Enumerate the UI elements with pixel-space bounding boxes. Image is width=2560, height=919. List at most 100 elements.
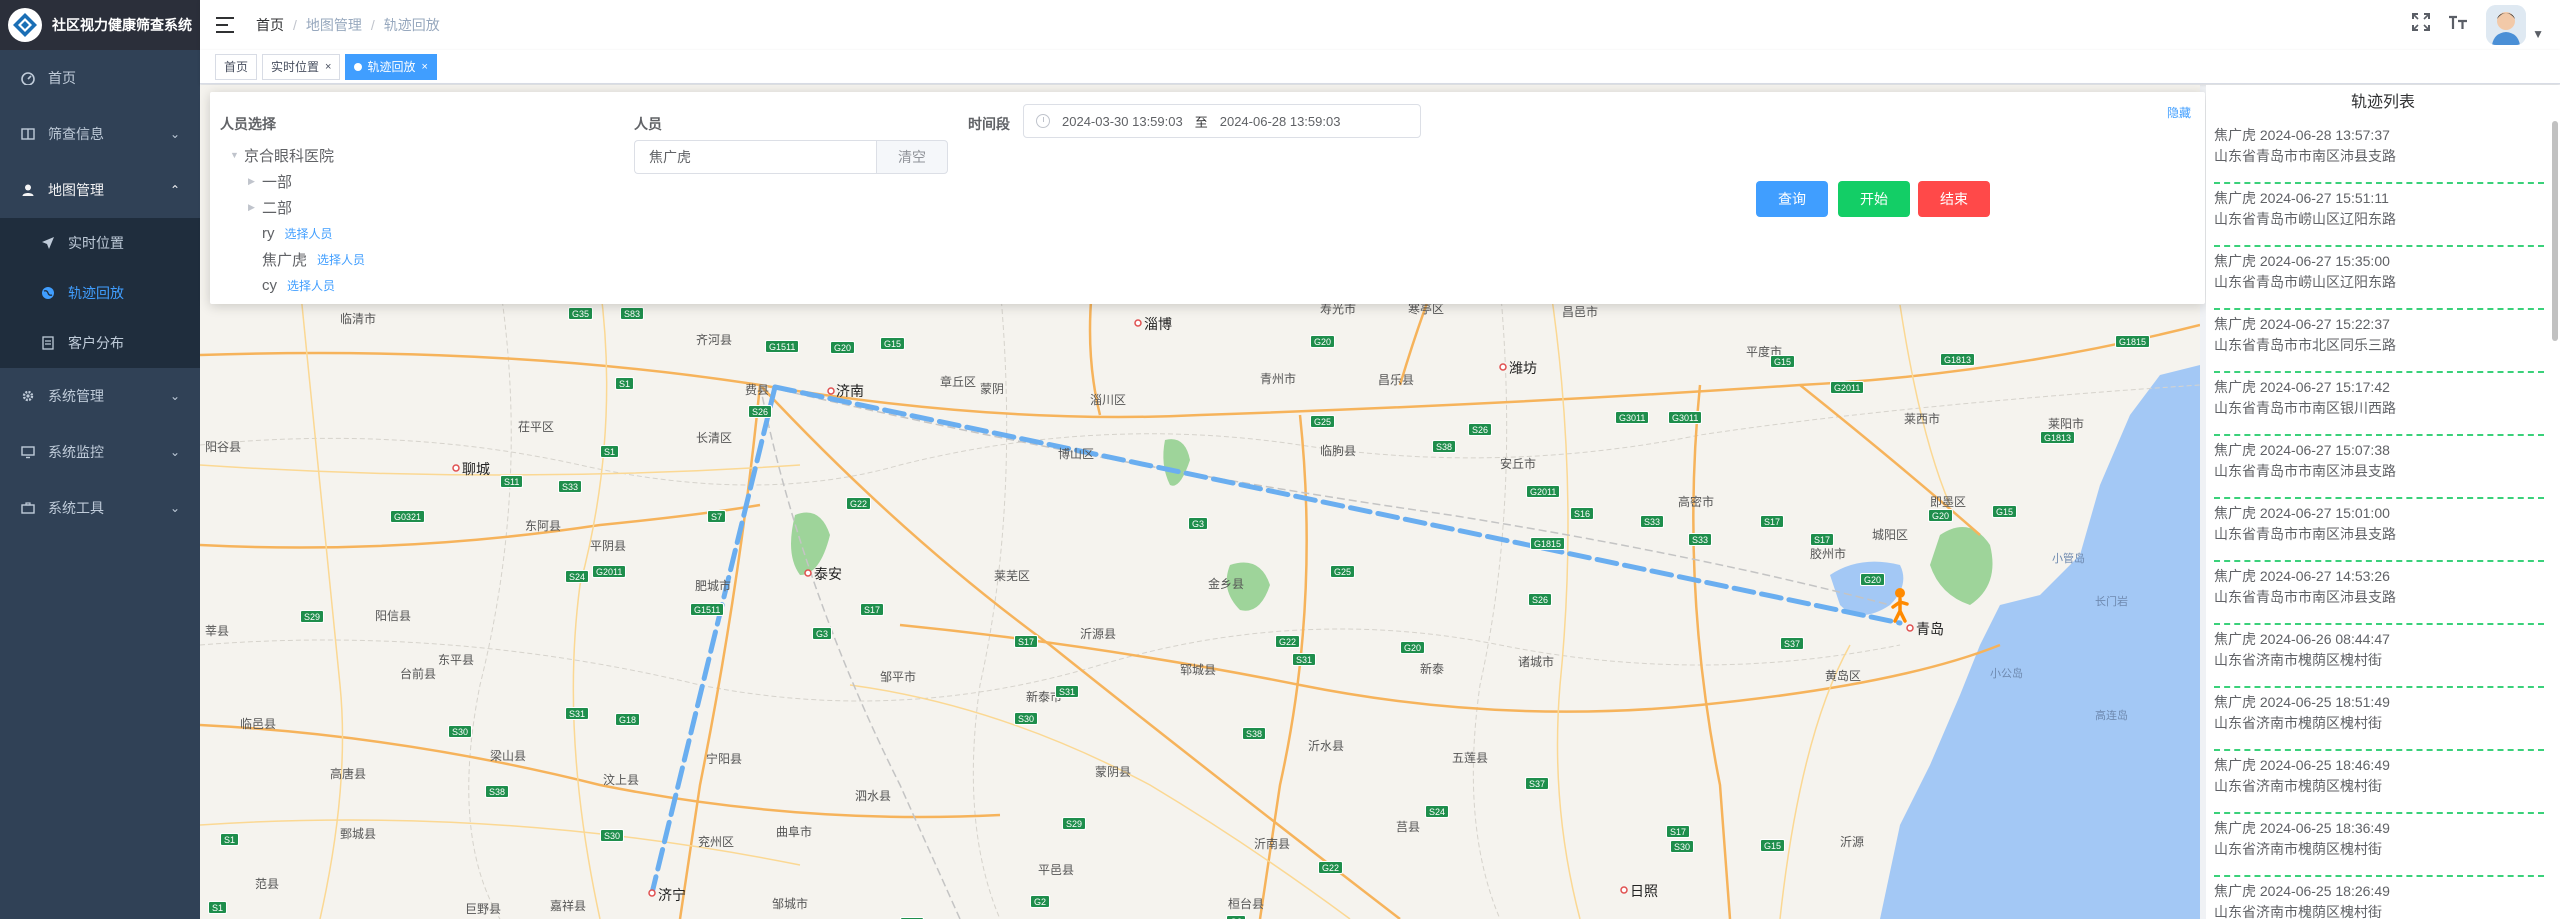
tag-track-playback[interactable]: 轨迹回放 × <box>345 53 437 80</box>
tree-node-label: cy <box>262 276 277 294</box>
breadcrumb-home[interactable]: 首页 <box>256 15 284 35</box>
track-list-item[interactable]: 焦广虎 2024-06-27 15:51:11 山东省青岛市崂山区辽阳东路 <box>2214 184 2544 247</box>
track-item-head: 焦广虎 2024-06-27 15:51:11 <box>2214 190 2389 206</box>
map-place-label: 胶州市 <box>1810 547 1847 561</box>
avatar[interactable] <box>2486 5 2527 45</box>
road-shield: S38 <box>485 785 510 798</box>
caret-down-icon[interactable]: ▼ <box>230 150 244 160</box>
chevron-down-icon: ⌄ <box>169 501 180 515</box>
map-place-label: 曲阜市 <box>776 825 813 839</box>
close-icon[interactable]: × <box>421 55 427 79</box>
person-input[interactable]: 焦广虎 <box>634 140 876 174</box>
sidebar-item-map-management[interactable]: 地图管理 ⌃ <box>0 162 200 218</box>
tree-node-person[interactable]: 焦广虎 选择人员 <box>230 246 365 272</box>
road-shield: G15 <box>1992 505 2018 518</box>
caret-right-icon[interactable]: ▶ <box>248 202 262 213</box>
track-list-item[interactable]: 焦广虎 2024-06-27 14:53:26 山东省青岛市市南区沛县支路 <box>2214 562 2544 625</box>
map-place-label: 临朐县 <box>1320 444 1357 458</box>
track-list-item[interactable]: 焦广虎 2024-06-26 08:44:47 山东省济南市槐荫区槐村街 <box>2214 625 2544 688</box>
road-shield: G1815 <box>1530 537 1566 550</box>
fullscreen-icon[interactable] <box>2412 13 2431 37</box>
road-shield: S31 <box>565 707 590 720</box>
map-place-label: 青州市 <box>1260 372 1297 386</box>
sidebar-item-system-tools[interactable]: 系统工具 ⌄ <box>0 480 200 536</box>
hide-panel-link[interactable]: 隐藏 <box>2167 104 2191 121</box>
road-shield: G2011 <box>1526 485 1561 498</box>
map-place-label: 莘县 <box>205 624 230 638</box>
caret-right-icon[interactable]: ▶ <box>248 176 262 187</box>
road-shield: G1813 <box>2040 431 2076 444</box>
map-city-label: 日照 <box>1630 883 1658 899</box>
track-list-item[interactable]: 焦广虎 2024-06-27 15:17:42 山东省青岛市市南区银川西路 <box>2214 373 2544 436</box>
road-shield: S17 <box>1760 515 1785 528</box>
date-end[interactable]: 2024-06-28 13:59:03 <box>1220 114 1341 129</box>
tree-node-person[interactable]: cy 选择人员 <box>230 272 365 298</box>
sidebar-item-system-monitor[interactable]: 系统监控 ⌄ <box>0 424 200 480</box>
date-range-picker[interactable]: 2024-03-30 13:59:03 至 2024-06-28 13:59:0… <box>1023 104 1421 138</box>
track-list-item[interactable]: 焦广虎 2024-06-27 15:22:37 山东省青岛市市北区同乐三路 <box>2214 310 2544 373</box>
tree-node-label: 二部 <box>262 199 293 217</box>
road-shield: G3011 <box>1668 411 1703 424</box>
start-button[interactable]: 开始 <box>1838 181 1910 217</box>
monitor-icon <box>20 444 36 460</box>
tag-home[interactable]: 首页 <box>215 53 258 80</box>
tree-node-group[interactable]: ▶ 二部 <box>230 194 365 220</box>
breadcrumb-separator: / <box>370 17 375 33</box>
font-size-icon[interactable] <box>2448 13 2468 37</box>
date-start[interactable]: 2024-03-30 13:59:03 <box>1062 114 1183 129</box>
track-item-address: 山东省青岛市市南区沛县支路 <box>2214 148 2396 164</box>
map-place-label: 安丘市 <box>1500 457 1537 471</box>
map-place-label: 临清市 <box>340 312 377 326</box>
query-button[interactable]: 查询 <box>1756 181 1828 217</box>
road-shield: G18 <box>615 713 641 726</box>
sidebar-item-customer-distribution[interactable]: 客户分布 <box>0 318 200 368</box>
breadcrumb-map-management: 地图管理 <box>305 17 362 33</box>
road-shield: S30 <box>1014 712 1039 725</box>
logo-area[interactable]: 社区视力健康筛查系统 <box>0 0 200 50</box>
dashboard-icon <box>20 70 36 86</box>
tag-realtime-location[interactable]: 实时位置 × <box>262 53 341 80</box>
track-item-address: 山东省济南市槐荫区槐村街 <box>2214 841 2382 857</box>
select-person-link[interactable]: 选择人员 <box>285 225 333 242</box>
clear-button[interactable]: 清空 <box>876 140 948 174</box>
map-place-label: 巨野县 <box>465 902 502 916</box>
caret-down-icon[interactable]: ▼ <box>2532 27 2544 41</box>
tree-node-group[interactable]: ▶ 一部 <box>230 168 365 194</box>
track-list-item[interactable]: 焦广虎 2024-06-28 13:57:37 山东省青岛市市南区沛县支路 <box>2214 121 2544 184</box>
map-place-label: 肥城市 <box>695 579 732 593</box>
select-person-link[interactable]: 选择人员 <box>317 251 365 268</box>
sidebar-item-realtime-location[interactable]: 实时位置 <box>0 218 200 268</box>
track-list-item[interactable]: 焦广虎 2024-06-27 15:35:00 山东省青岛市崂山区辽阳东路 <box>2214 247 2544 310</box>
sidebar-item-track-playback[interactable]: 轨迹回放 <box>0 268 200 318</box>
track-list-item[interactable]: 焦广虎 2024-06-27 15:01:00 山东省青岛市市南区沛县支路 <box>2214 499 2544 562</box>
sidebar-item-screening[interactable]: 筛查信息 ⌄ <box>0 106 200 162</box>
track-list-item[interactable]: 焦广虎 2024-06-25 18:26:49 山东省济南市槐荫区槐村街 <box>2214 877 2544 919</box>
track-list-item[interactable]: 焦广虎 2024-06-27 15:07:38 山东省青岛市市南区沛县支路 <box>2214 436 2544 499</box>
track-list-panel: 轨迹列表 焦广虎 2024-06-28 13:57:37 山东省青岛市市南区沛县支… <box>2206 85 2560 919</box>
map-place-label: 兖州区 <box>698 835 735 849</box>
tree-node-root[interactable]: ▼ 京合眼科医院 <box>230 142 365 168</box>
road-shield: G2 <box>1226 915 1247 919</box>
tree-node-person[interactable]: ry 选择人员 <box>230 220 365 246</box>
track-item-address: 山东省济南市槐荫区槐村街 <box>2214 715 2382 731</box>
sidebar-item-label: 轨迹回放 <box>68 285 124 301</box>
sidebar-item-system-management[interactable]: 系统管理 ⌄ <box>0 368 200 424</box>
track-item-address: 山东省济南市槐荫区槐村街 <box>2214 652 2382 668</box>
track-list-item[interactable]: 焦广虎 2024-06-25 18:46:49 山东省济南市槐荫区槐村街 <box>2214 751 2544 814</box>
map-submenu: 实时位置 轨迹回放 客户分布 <box>0 218 200 368</box>
track-list-item[interactable]: 焦广虎 2024-06-25 18:51:49 山东省济南市槐荫区槐村街 <box>2214 688 2544 751</box>
track-list-item[interactable]: 焦广虎 2024-06-25 18:36:49 山东省济南市槐荫区槐村街 <box>2214 814 2544 877</box>
person-select-label: 人员选择 <box>220 116 276 132</box>
road-shield: G3 <box>1188 517 1209 530</box>
hamburger-icon[interactable] <box>216 17 234 33</box>
end-button[interactable]: 结束 <box>1918 181 1990 217</box>
map-place-label: 阳谷县 <box>205 440 242 454</box>
road-shield: S33 <box>1640 515 1665 528</box>
close-icon[interactable]: × <box>325 55 331 79</box>
scrollbar[interactable] <box>2552 121 2558 341</box>
map-place-label: 长清区 <box>696 431 733 445</box>
sidebar-item-home[interactable]: 首页 <box>0 50 200 106</box>
sidebar-item-label: 地图管理 <box>48 182 104 198</box>
map-place-label: 汶上县 <box>603 773 640 787</box>
select-person-link[interactable]: 选择人员 <box>287 277 335 294</box>
